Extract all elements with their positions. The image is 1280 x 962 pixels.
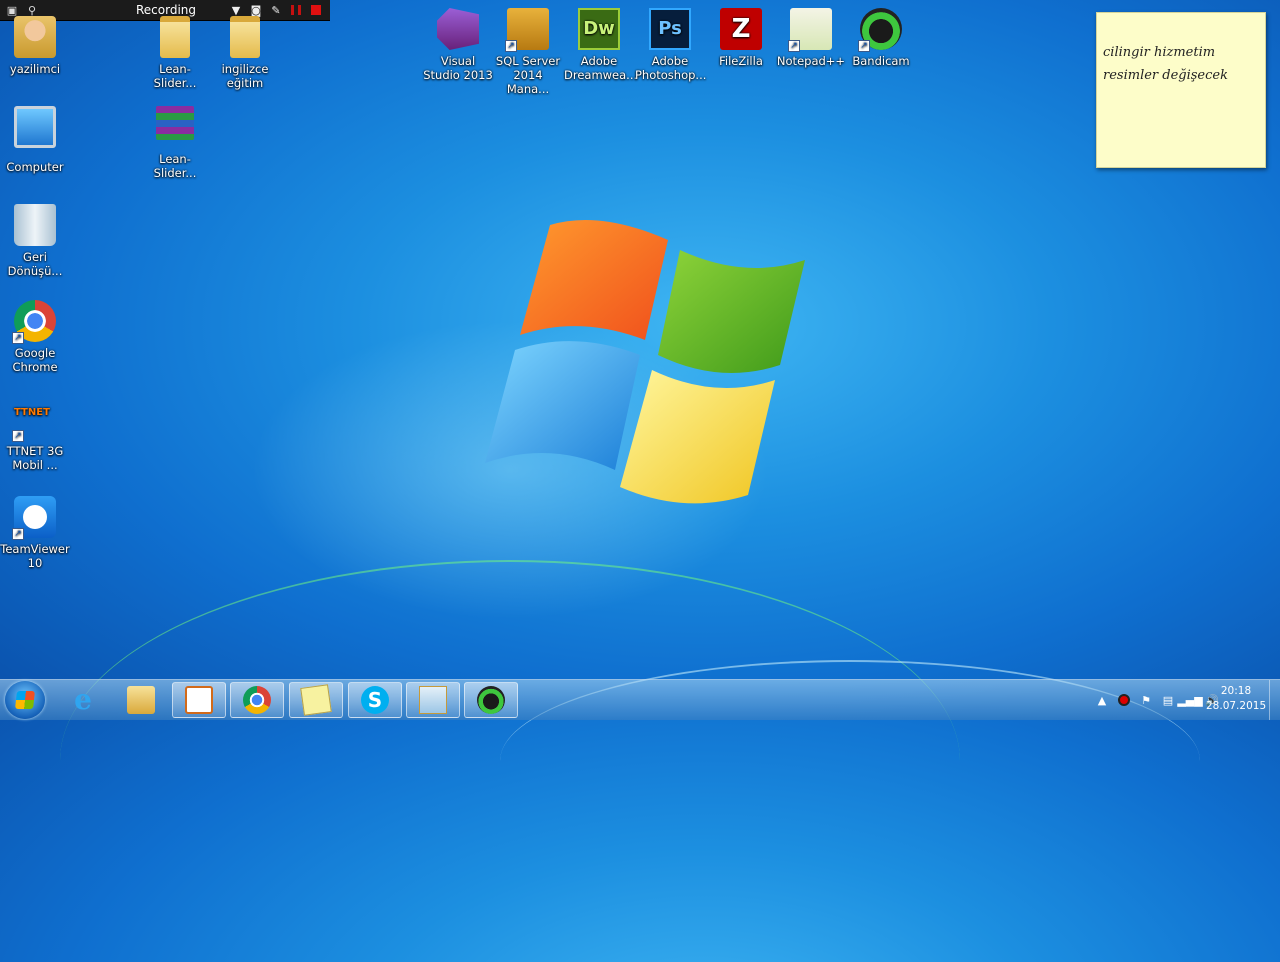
desktop-icon-label: Lean-Slider... [153, 152, 197, 180]
desktop-icon-filezilla[interactable]: Z FileZilla [706, 8, 776, 68]
desktop-icon-teamviewer[interactable]: ↗ TeamViewer 10 [0, 496, 70, 570]
filezilla-icon: Z [720, 8, 762, 50]
action-center-icon[interactable]: ⚑ [1138, 692, 1154, 708]
dreamweaver-icon: Dw [578, 8, 620, 50]
desktop-icon-label: Notepad++ [776, 54, 846, 68]
taskbar-bandicam[interactable] [464, 682, 518, 718]
logo-green-pane [658, 250, 805, 373]
show-desktop-button[interactable] [1269, 680, 1280, 720]
taskbar-clock[interactable]: 20:18 28.07.2015 [1206, 684, 1266, 714]
media-player-icon [185, 686, 213, 714]
taskbar-skype[interactable]: S [348, 682, 402, 718]
shortcut-arrow-icon: ↗ [12, 430, 24, 442]
taskbar-internet-explorer[interactable]: e [56, 682, 110, 718]
recycle-bin-icon [14, 204, 56, 246]
sticky-note-line[interactable]: resimler değişecek [1103, 68, 1259, 83]
folder-icon [419, 686, 447, 714]
desktop-icon-ttnet[interactable]: TTNET ↗ TTNET 3G Mobil ... [0, 398, 70, 472]
desktop-icon-recycle-bin[interactable]: Geri Dönüşü... [0, 204, 70, 278]
notepadpp-icon: ↗ [788, 8, 832, 52]
logo-blue-pane [485, 341, 640, 470]
desktop-icon-label: TTNET 3G Mobil ... [6, 444, 64, 472]
computer-icon [14, 106, 56, 148]
winrar-archive-icon [156, 106, 194, 140]
taskbar-sticky-notes[interactable] [289, 682, 343, 718]
logo-red-pane [520, 220, 668, 340]
desktop-icon-label: TeamViewer 10 [0, 542, 70, 570]
clock-time: 20:18 [1220, 685, 1252, 697]
desktop-icon-label: Geri Dönüşü... [7, 250, 63, 278]
recording-title: Recording [136, 3, 197, 17]
logo-yellow-pane [620, 370, 775, 504]
sticky-note-line[interactable]: cilingir hizmetim [1103, 45, 1259, 60]
bandicam-icon: ↗ [858, 8, 902, 52]
shortcut-arrow-icon: ↗ [12, 528, 24, 540]
desktop-icon-label: FileZilla [719, 54, 763, 68]
skype-icon: S [361, 686, 389, 714]
user-folder-icon [14, 16, 56, 58]
desktop-icon-label: ingilizce eğitim [221, 62, 269, 90]
desktop-icon-visual-studio[interactable]: Visual Studio 2013 [423, 8, 493, 82]
network-signal-icon[interactable]: ▂▄▆ [1177, 692, 1202, 708]
desktop-icon-computer[interactable]: Computer [0, 106, 70, 174]
internet-explorer-icon: e [74, 683, 92, 716]
chrome-icon: ↗ [12, 300, 56, 344]
desktop-icon-dreamweaver[interactable]: Dw Adobe Dreamwea... [564, 8, 638, 82]
photoshop-icon: Ps [649, 8, 691, 50]
folder-icon [230, 16, 260, 58]
start-button[interactable] [5, 681, 45, 719]
bandicam-icon [477, 686, 505, 714]
folder-icon [160, 16, 190, 58]
device-icon[interactable]: ▤ [1160, 692, 1176, 708]
stop-icon [311, 5, 321, 15]
system-tray: ▲ ⚑ ▤ ▂▄▆ 🔊 [1094, 680, 1220, 720]
taskbar: e S ▲ ⚑ ▤ ▂▄▆ 🔊 20:18 28.07.2015 [0, 679, 1280, 720]
windows-explorer-icon [127, 686, 155, 714]
shortcut-arrow-icon: ↗ [12, 332, 24, 344]
sticky-note[interactable]: cilingir hizmetim resimler değişecek [1096, 12, 1266, 168]
desktop-icon-label: Lean-Slider... [153, 62, 197, 90]
taskbar-windows-explorer[interactable] [114, 682, 168, 718]
desktop-icon-yazilimci[interactable]: yazilimci [0, 16, 70, 76]
desktop-icon-label: Adobe Dreamwea... [564, 54, 638, 82]
clock-date: 28.07.2015 [1206, 700, 1267, 712]
shortcut-arrow-icon: ↗ [788, 40, 800, 52]
desktop-icon-label: yazilimci [9, 62, 61, 76]
desktop-icon-ingilizce-egitim[interactable]: ingilizce eğitim [210, 16, 280, 90]
ttnet-icon: TTNET ↗ [12, 398, 56, 442]
shortcut-arrow-icon: ↗ [505, 40, 517, 52]
teamviewer-icon: ↗ [12, 496, 56, 540]
show-hidden-icons-icon[interactable]: ▲ [1094, 692, 1110, 708]
sql-server-icon: ↗ [505, 8, 549, 52]
desktop-icon-lean-slider-rar[interactable]: Lean-Slider... [140, 106, 210, 180]
stop-button[interactable] [306, 2, 326, 18]
desktop-icon-google-chrome[interactable]: ↗ Google Chrome [0, 300, 70, 374]
desktop-icon-photoshop[interactable]: Ps Adobe Photoshop... [635, 8, 707, 82]
desktop-icon-label: Computer [6, 160, 64, 174]
desktop-icon-notepadpp[interactable]: ↗ Notepad++ [776, 8, 846, 68]
taskbar-google-chrome[interactable] [230, 682, 284, 718]
chrome-icon [243, 686, 271, 714]
desktop-icon-label: SQL Server 2014 Mana... [495, 54, 561, 96]
windows-flag-icon [15, 691, 35, 709]
desktop-icon-label: Google Chrome [12, 346, 58, 374]
pause-button[interactable] [286, 2, 306, 18]
desktop-icon-lean-slider-folder[interactable]: Lean-Slider... [140, 16, 210, 90]
tray-record-icon[interactable] [1116, 692, 1132, 708]
taskbar-media-player[interactable] [172, 682, 226, 718]
desktop-icon-sql-server[interactable]: ↗ SQL Server 2014 Mana... [493, 8, 563, 96]
sticky-notes-icon [300, 684, 332, 716]
desktop-icon-bandicam[interactable]: ↗ Bandicam [846, 8, 916, 68]
desktop-icon-label: Adobe Photoshop... [635, 54, 707, 82]
pause-icon [291, 5, 301, 15]
desktop-icon-label: Bandicam [852, 54, 910, 68]
windows-logo [485, 220, 805, 504]
taskbar-folder[interactable] [406, 682, 460, 718]
desktop-icon-label: Visual Studio 2013 [423, 54, 493, 82]
shortcut-arrow-icon: ↗ [858, 40, 870, 52]
visual-studio-icon [437, 8, 479, 50]
